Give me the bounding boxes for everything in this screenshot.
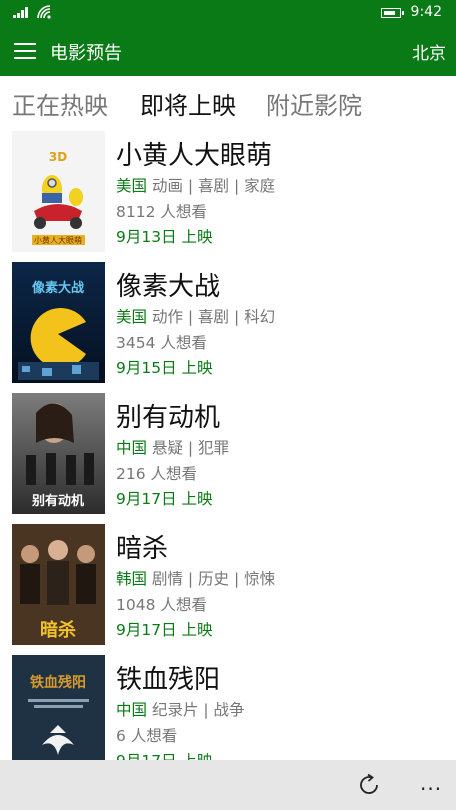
status-time: 9:42: [410, 4, 442, 20]
wifi-icon: [37, 5, 51, 19]
movie-title: 小黄人大眼萌: [116, 141, 273, 171]
signal-icon: [13, 7, 29, 18]
movie-release-date: 9月13日 上映: [116, 228, 213, 246]
poster-title: 暗杀: [40, 619, 76, 641]
movie-release-date: 9月17日 上映: [116, 621, 213, 639]
movie-genres: 动画 | 喜剧 | 家庭: [151, 177, 276, 195]
refresh-icon[interactable]: [357, 773, 381, 797]
city-selector[interactable]: 北京: [412, 39, 446, 64]
movie-want-count: 6 人想看: [116, 727, 178, 745]
tab-now-showing[interactable]: 正在热映: [12, 86, 108, 121]
movie-genres: 悬疑 | 犯罪: [151, 439, 230, 457]
list-item[interactable]: 铁血残阳 铁血残阳 中国 纪录片 | 战争 6 人想看 9月17日 上映: [0, 655, 456, 760]
movie-meta: 美国 动画 | 喜剧 | 家庭: [116, 174, 275, 196]
movie-poster: 别有动机: [12, 393, 105, 514]
poster-badge: 3D: [49, 150, 67, 164]
movie-country: 韩国: [116, 570, 148, 588]
movie-meta: 韩国 剧情 | 历史 | 惊悚: [116, 567, 275, 589]
movie-title: 铁血残阳: [116, 665, 221, 695]
movie-genres: 剧情 | 历史 | 惊悚: [151, 570, 276, 588]
list-item[interactable]: 暗杀 暗杀 韩国 剧情 | 历史 | 惊悚 1048 人想看 9月17日 上映: [0, 524, 456, 645]
movie-meta: 中国 悬疑 | 犯罪: [116, 436, 229, 458]
movie-meta: 中国 纪录片 | 战争: [116, 698, 245, 720]
movie-meta: 美国 动作 | 喜剧 | 科幻: [116, 305, 275, 327]
movie-release-date: 9月17日 上映: [116, 490, 213, 508]
movie-list: 3D 小黄人大眼萌 小黄人大眼萌 美国 动画 | 喜剧 | 家庭 8112 人想…: [0, 131, 456, 760]
list-item[interactable]: 像素大战 像素大战 美国 动作 | 喜剧 | 科幻 3454 人想看 9月15日…: [0, 262, 456, 383]
more-button[interactable]: ...: [420, 771, 442, 795]
list-item[interactable]: 别有动机 别有动机 中国 悬疑 | 犯罪 216 人想看 9月17日 上映: [0, 393, 456, 514]
page-title: 电影预告: [50, 43, 122, 64]
movie-poster: 3D 小黄人大眼萌: [12, 131, 105, 252]
movie-want-count: 8112 人想看: [116, 203, 207, 221]
movie-want-count: 216 人想看: [116, 465, 198, 483]
poster-title: 像素大战: [32, 280, 84, 296]
movie-poster: 像素大战: [12, 262, 105, 383]
movie-release-date: 9月17日 上映: [116, 749, 213, 760]
poster-title: 小黄人大眼萌: [34, 235, 82, 245]
hamburger-icon[interactable]: [14, 43, 36, 59]
movie-country: 美国: [116, 177, 148, 195]
status-bar: 9:42: [0, 0, 456, 26]
movie-country: 中国: [116, 701, 148, 719]
poster-title: 铁血残阳: [30, 674, 86, 691]
command-bar: ...: [0, 760, 456, 810]
movie-country: 美国: [116, 308, 148, 326]
movie-genres: 动作 | 喜剧 | 科幻: [151, 308, 276, 326]
movie-want-count: 3454 人想看: [116, 334, 207, 352]
movie-title: 暗杀: [116, 534, 169, 564]
movie-poster: 暗杀: [12, 524, 105, 645]
app-bar: 电影预告 北京: [0, 26, 456, 76]
tab-nearby-cinemas[interactable]: 附近影院: [266, 86, 362, 121]
movie-country: 中国: [116, 439, 148, 457]
movie-title: 像素大战: [116, 272, 221, 302]
movie-title: 别有动机: [116, 403, 221, 433]
movie-poster: 铁血残阳: [12, 655, 105, 760]
movie-want-count: 1048 人想看: [116, 596, 207, 614]
tab-bar: 正在热映 即将上映 附近影院: [0, 80, 456, 124]
movie-release-date: 9月15日 上映: [116, 359, 213, 377]
battery-icon: [381, 8, 404, 18]
tab-coming-soon[interactable]: 即将上映: [140, 86, 236, 121]
movie-genres: 纪录片 | 战争: [151, 701, 245, 719]
list-item[interactable]: 3D 小黄人大眼萌 小黄人大眼萌 美国 动画 | 喜剧 | 家庭 8112 人想…: [0, 131, 456, 252]
poster-title: 别有动机: [31, 493, 84, 509]
